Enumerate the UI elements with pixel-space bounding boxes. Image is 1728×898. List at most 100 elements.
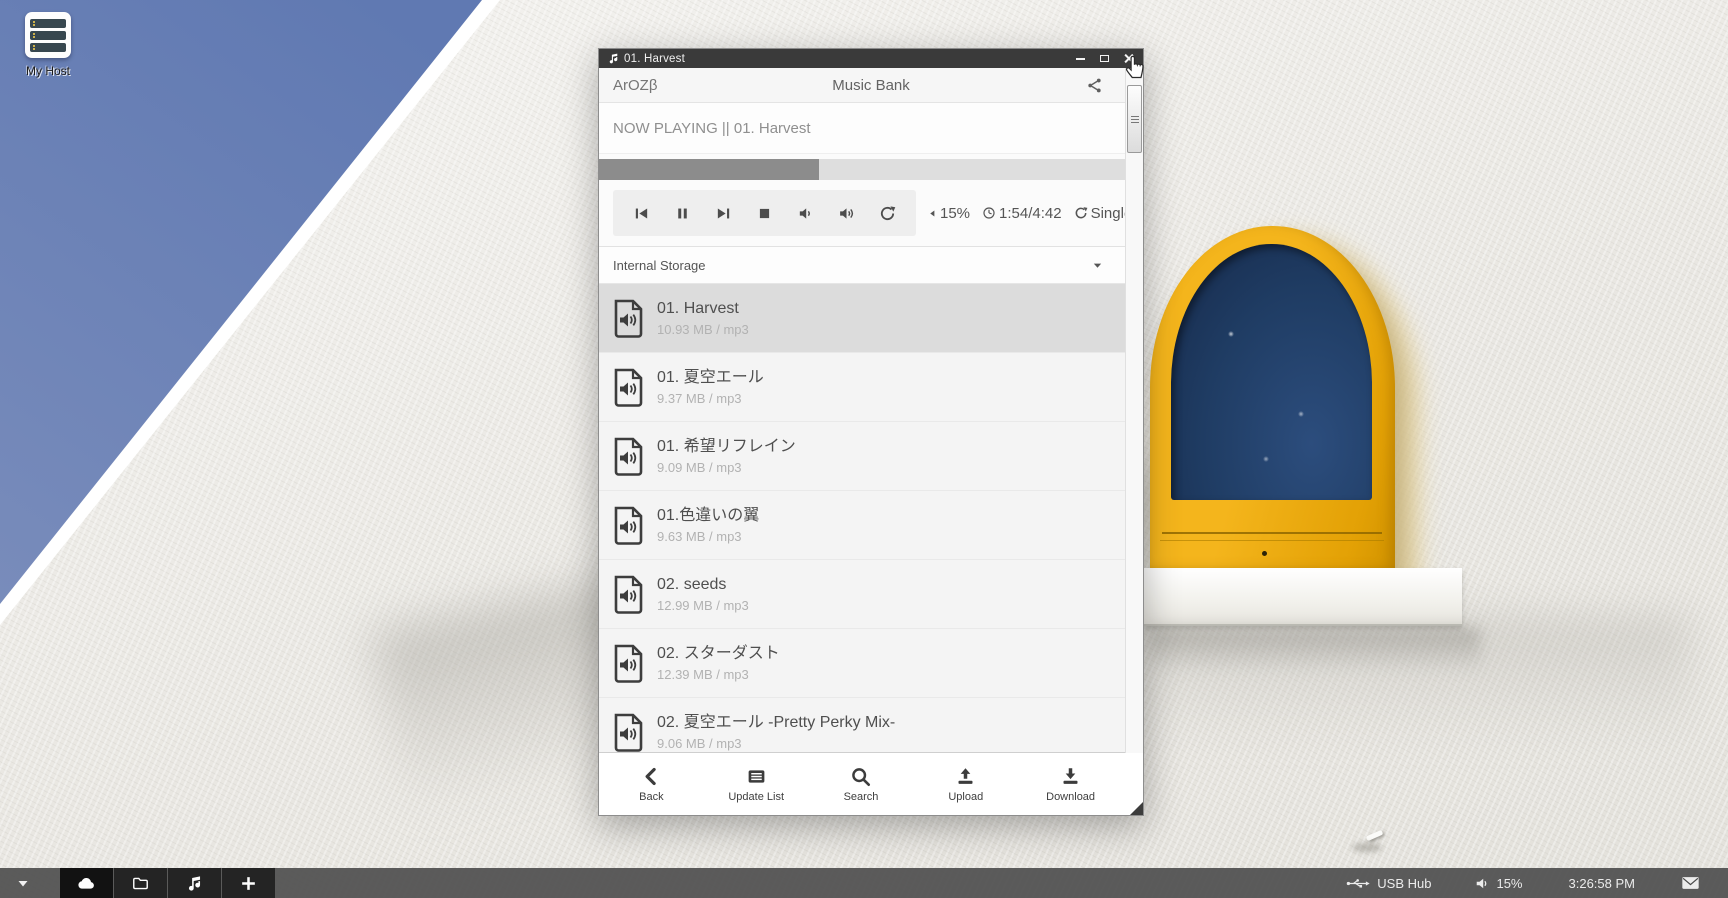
scrollbar-thumb[interactable] <box>1127 85 1142 153</box>
track-meta: 9.37 MB / mp3 <box>657 391 764 406</box>
pause-icon <box>674 205 691 222</box>
download-button[interactable]: Download <box>1018 766 1123 803</box>
track-title: 02. スターダスト <box>657 644 780 664</box>
taskbar-hide-button[interactable] <box>0 879 46 888</box>
playlist-item[interactable]: 01. 希望リフレイン 9.09 MB / mp3 <box>599 422 1143 491</box>
playlist: 01. Harvest 10.93 MB / mp3 01. 夏空エール 9.3… <box>599 284 1143 752</box>
desktop-icon-label: My Host <box>10 64 86 78</box>
ledge-shadow <box>1150 628 1480 672</box>
music-note-icon <box>607 52 620 65</box>
volume-up-button[interactable] <box>826 193 867 233</box>
volume-down-button[interactable] <box>785 193 826 233</box>
track-title: 01. 希望リフレイン <box>657 437 796 457</box>
window-ledge <box>1144 568 1462 626</box>
window-titlebar[interactable]: 01. Harvest <box>599 49 1143 68</box>
window-scrollbar[interactable] <box>1125 68 1143 753</box>
upload-button[interactable]: Upload <box>913 766 1018 803</box>
track-meta: 12.99 MB / mp3 <box>657 598 749 613</box>
volume-readout: 15% <box>928 205 970 222</box>
skip-next-button[interactable] <box>703 193 744 233</box>
server-icon <box>25 12 71 58</box>
reload-icon <box>879 205 896 222</box>
window-body: ArOZβ Music Bank NOW PLAYING || 01. Harv… <box>599 68 1143 815</box>
audio-file-icon <box>613 368 644 407</box>
playlist-item[interactable]: 02. seeds 12.99 MB / mp3 <box>599 560 1143 629</box>
taskbar-app-files[interactable] <box>114 868 167 898</box>
music-player-window: 01. Harvest ArOZβ Music Bank NOW PLAYING… <box>598 48 1144 816</box>
share-icon[interactable] <box>1086 77 1103 94</box>
playlist-item[interactable]: 01. 夏空エール 9.37 MB / mp3 <box>599 353 1143 422</box>
volume-indicator-icon <box>928 208 937 219</box>
taskbar: USB Hub 15% 3:26:58 PM <box>0 868 1728 898</box>
taskbar-volume-value: 15% <box>1496 876 1522 891</box>
track-meta: 9.09 MB / mp3 <box>657 460 796 475</box>
reload-button[interactable] <box>867 193 908 233</box>
app-footer: Back Update List Search Upload Download <box>599 752 1143 815</box>
music-note-icon <box>185 874 204 893</box>
transport-controls <box>613 190 916 236</box>
playlist-item[interactable]: 01. Harvest 10.93 MB / mp3 <box>599 284 1143 353</box>
search-button[interactable]: Search <box>809 766 914 803</box>
audio-file-icon <box>613 437 644 476</box>
volume-value: 15% <box>940 205 970 222</box>
now-playing-banner: NOW PLAYING || 01. Harvest <box>599 102 1143 154</box>
player-controls: 15% 1:54/4:42 Single <box>599 180 1143 246</box>
back-label: Back <box>639 791 663 803</box>
app-title: Music Bank <box>599 77 1143 94</box>
usb-label: USB Hub <box>1377 876 1431 891</box>
stop-icon <box>756 205 773 222</box>
aroz-brand-menu[interactable]: ArOZβ <box>613 77 657 94</box>
chevron-down-icon <box>17 879 29 888</box>
close-button[interactable] <box>1119 52 1137 66</box>
taskbar-volume-status[interactable]: 15% <box>1475 876 1522 891</box>
track-meta: 9.63 MB / mp3 <box>657 529 759 544</box>
maximize-button[interactable] <box>1095 52 1113 66</box>
cloud-icon <box>77 874 96 893</box>
track-title: 01. Harvest <box>657 299 749 319</box>
taskbar-mail-button[interactable] <box>1681 876 1700 890</box>
track-title: 02. seeds <box>657 575 749 595</box>
playlist-item[interactable]: 02. 夏空エール -Pretty Perky Mix- 9.06 MB / m… <box>599 698 1143 752</box>
taskbar-clock: 3:26:58 PM <box>1569 876 1636 891</box>
server-slat <box>30 31 66 40</box>
speaker-icon <box>1475 877 1489 890</box>
storage-selector[interactable]: Internal Storage <box>599 246 1143 284</box>
minimize-button[interactable] <box>1071 52 1089 66</box>
app-header: ArOZβ Music Bank <box>599 68 1143 102</box>
skip-next-icon <box>715 205 732 222</box>
skip-previous-button[interactable] <box>621 193 662 233</box>
seek-bar-fill <box>599 159 819 180</box>
time-value: 1:54/4:42 <box>999 205 1062 222</box>
frame-groove-2 <box>1160 540 1384 541</box>
usb-icon <box>1346 877 1370 890</box>
server-slat <box>30 43 66 52</box>
stop-button[interactable] <box>744 193 785 233</box>
frame-groove <box>1162 532 1382 534</box>
track-title: 01.色違いの翼 <box>657 506 759 526</box>
seek-bar[interactable] <box>599 159 1143 180</box>
window-title: 01. Harvest <box>624 53 1065 65</box>
volume-up-icon <box>838 205 855 222</box>
taskbar-usb-status[interactable]: USB Hub <box>1346 876 1431 891</box>
repeat-mode[interactable]: Single <box>1074 205 1133 222</box>
playlist-item[interactable]: 02. スターダスト 12.39 MB / mp3 <box>599 629 1143 698</box>
plus-icon <box>239 874 258 893</box>
pause-button[interactable] <box>662 193 703 233</box>
taskbar-app-add[interactable] <box>222 868 275 898</box>
window-resize-handle[interactable] <box>1130 802 1143 815</box>
audio-file-icon <box>613 713 644 752</box>
update-list-button[interactable]: Update List <box>704 766 809 803</box>
taskbar-app-music[interactable] <box>168 868 221 898</box>
download-icon <box>1060 766 1081 787</box>
storage-selected-value: Internal Storage <box>613 258 706 273</box>
track-title: 01. 夏空エール <box>657 368 764 388</box>
mail-icon <box>1681 876 1700 890</box>
update-list-icon <box>746 766 767 787</box>
upload-label: Upload <box>948 791 983 803</box>
back-button[interactable]: Back <box>599 766 704 803</box>
playlist-item[interactable]: 01.色違いの翼 9.63 MB / mp3 <box>599 491 1143 560</box>
track-meta: 9.06 MB / mp3 <box>657 736 895 751</box>
time-readout: 1:54/4:42 <box>982 205 1062 222</box>
taskbar-app-cloud[interactable] <box>60 868 113 898</box>
desktop-icon-my-host[interactable]: My Host <box>10 12 86 78</box>
